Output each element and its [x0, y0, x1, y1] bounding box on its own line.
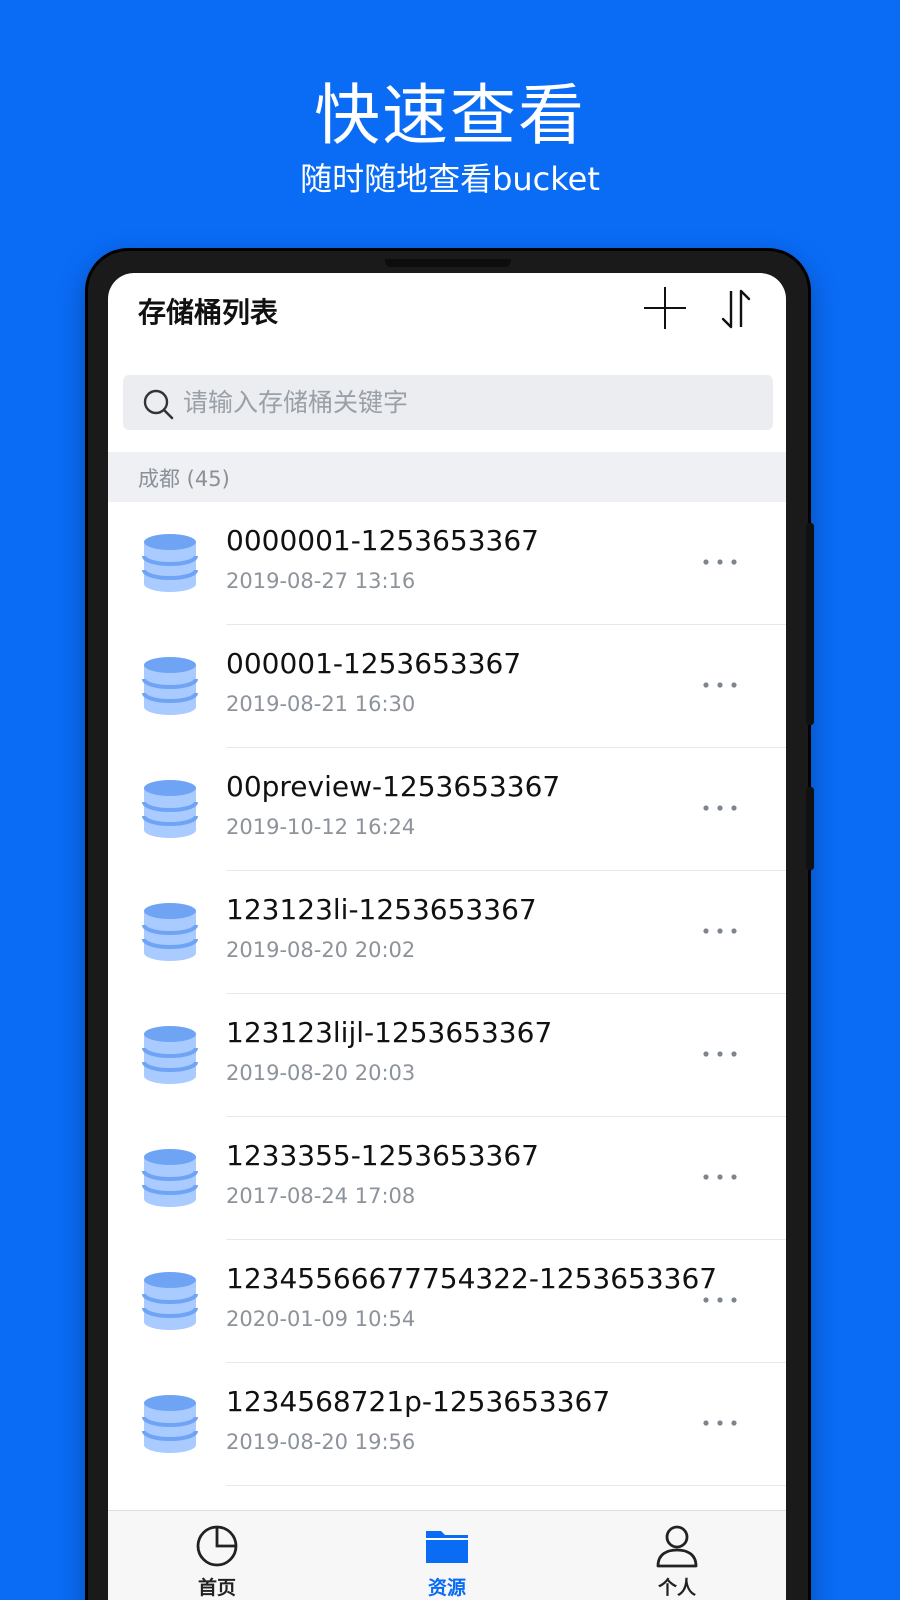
more-icon[interactable]	[700, 1280, 740, 1320]
database-icon	[142, 657, 198, 715]
database-icon	[142, 1395, 198, 1453]
database-icon	[142, 1149, 198, 1207]
search-bar	[123, 375, 773, 430]
more-icon[interactable]	[700, 542, 740, 582]
more-icon[interactable]	[700, 788, 740, 828]
tab-label: 首页	[197, 1577, 236, 1599]
pie-chart-icon	[196, 1525, 238, 1567]
search-input[interactable]	[183, 375, 763, 430]
phone-side-button	[806, 523, 814, 725]
sort-icon[interactable]	[721, 287, 751, 331]
folder-icon	[426, 1531, 468, 1563]
bucket-name: 123123li-1253653367	[226, 893, 537, 926]
bucket-row[interactable]: 0000001-1253653367 2019-08-27 13:16	[108, 502, 786, 625]
bucket-date: 2019-08-27 13:16	[226, 569, 416, 593]
tab-home[interactable]: 首页	[142, 1511, 292, 1600]
app-screen: 存储桶列表 成都 (45) 0000001-1253653367 201	[108, 273, 786, 1600]
search-icon	[143, 389, 174, 420]
bucket-date: 2019-10-12 16:24	[226, 815, 416, 839]
more-icon[interactable]	[700, 911, 740, 951]
row-divider	[226, 1485, 786, 1486]
more-icon[interactable]	[700, 665, 740, 705]
bucket-name: 0000001-1253653367	[226, 524, 539, 557]
bucket-date: 2019-08-21 16:30	[226, 692, 416, 716]
tab-label: 资源	[427, 1577, 466, 1599]
bucket-name: 12345566677754322-1253653367	[226, 1262, 718, 1295]
bucket-name: 000001-1253653367	[226, 647, 522, 680]
tab-label: 个人	[657, 1577, 696, 1599]
tab-resources[interactable]: 资源	[372, 1511, 522, 1600]
nav-header: 存储桶列表	[108, 273, 786, 367]
bottom-tab-bar: 首页 资源 个人	[108, 1510, 786, 1600]
bucket-row[interactable]: 123123li-1253653367 2019-08-20 20:02	[108, 871, 786, 994]
bucket-date: 2019-08-20 20:02	[226, 938, 416, 962]
database-icon	[142, 780, 198, 838]
bucket-date: 2019-08-20 20:03	[226, 1061, 416, 1085]
more-icon[interactable]	[700, 1034, 740, 1074]
bucket-name: 1233355-1253653367	[226, 1139, 539, 1172]
bucket-date: 2020-01-09 10:54	[226, 1307, 416, 1331]
bucket-name: 1234568721p-1253653367	[226, 1385, 611, 1418]
tab-profile[interactable]: 个人	[602, 1511, 752, 1600]
region-label: 成都 (45)	[138, 467, 230, 491]
more-icon[interactable]	[700, 1157, 740, 1197]
database-icon	[142, 1272, 198, 1330]
bucket-name: 00preview-1253653367	[226, 770, 561, 803]
bucket-row[interactable]: 1233355-1253653367 2017-08-24 17:08	[108, 1117, 786, 1240]
bucket-row[interactable]: 123123lijl-1253653367 2019-08-20 20:03	[108, 994, 786, 1117]
add-bucket-button[interactable]	[644, 287, 686, 329]
bucket-row[interactable]: 1234568721p-1253653367 2019-08-20 19:56	[108, 1363, 786, 1486]
promo-title: 快速查看	[314, 77, 586, 154]
bucket-date: 2019-08-20 19:56	[226, 1430, 416, 1454]
user-icon	[656, 1525, 698, 1568]
database-icon	[142, 1026, 198, 1084]
promo-subtitle: 随时随地查看bucket	[300, 160, 600, 198]
bucket-row[interactable]: 00preview-1253653367 2019-10-12 16:24	[108, 748, 786, 871]
database-icon	[142, 903, 198, 961]
page-title: 存储桶列表	[138, 296, 279, 329]
region-section-header: 成都 (45)	[108, 452, 786, 502]
bucket-list: 0000001-1253653367 2019-08-27 13:16 0000…	[108, 502, 786, 1486]
bucket-row[interactable]: 12345566677754322-1253653367 2020-01-09 …	[108, 1240, 786, 1363]
bucket-date: 2017-08-24 17:08	[226, 1184, 416, 1208]
more-icon[interactable]	[700, 1403, 740, 1443]
bucket-name: 123123lijl-1253653367	[226, 1016, 553, 1049]
bucket-row[interactable]: 000001-1253653367 2019-08-21 16:30	[108, 625, 786, 748]
phone-notch	[385, 259, 511, 267]
phone-side-button	[806, 787, 814, 870]
database-icon	[142, 534, 198, 592]
